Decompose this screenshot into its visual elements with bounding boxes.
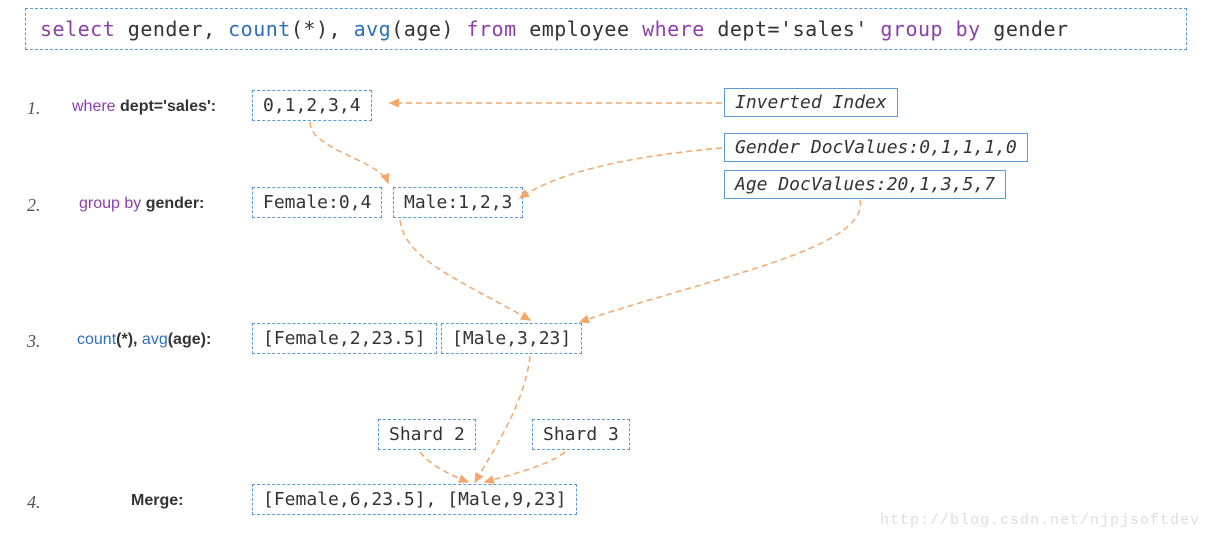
step-2-label: group by gender: [79,195,204,213]
step-4-box: [Female,6,23.5], [Male,9,23] [252,484,577,515]
sql-from: from [466,17,516,41]
step-4-num: 4. [27,492,41,513]
sql-query-box: select gender, count(*), avg(age) from e… [25,8,1187,50]
sql-where-cond: dept='sales' [717,17,868,41]
step-3-box-female: [Female,2,23.5] [252,323,437,354]
step-1-box: 0,1,2,3,4 [252,90,372,121]
gender-docvalues-box: Gender DocValues:0,1,1,1,0 [724,133,1028,162]
sql-avg: avg [354,17,392,41]
step-2-box-female: Female:0,4 [252,187,382,218]
step-1-num: 1. [27,98,41,119]
step-3-label: count(*), avg(age): [77,331,211,349]
sql-col: gender, [128,17,216,41]
step-3-num: 3. [27,331,41,352]
diagram-arrows [0,0,1212,537]
shard-2-box: Shard 2 [378,419,476,450]
step-4-label: Merge: [131,492,183,510]
shard-3-box: Shard 3 [532,419,630,450]
sql-by-col: gender [993,17,1068,41]
step-1-label: where dept='sales': [72,98,216,116]
step-3-box-male: [Male,3,23] [441,323,582,354]
sql-select: select [40,17,115,41]
step-2-box-male: Male:1,2,3 [393,187,523,218]
watermark: http://blog.csdn.net/njpjsoftdev [880,512,1200,529]
sql-count: count [228,17,291,41]
inverted-index-box: Inverted Index [724,88,898,117]
sql-table: employee [529,17,629,41]
sql-group: group [880,17,943,41]
step-2-num: 2. [27,195,41,216]
sql-where: where [642,17,705,41]
age-docvalues-box: Age DocValues:20,1,3,5,7 [724,170,1006,199]
sql-by: by [956,17,981,41]
